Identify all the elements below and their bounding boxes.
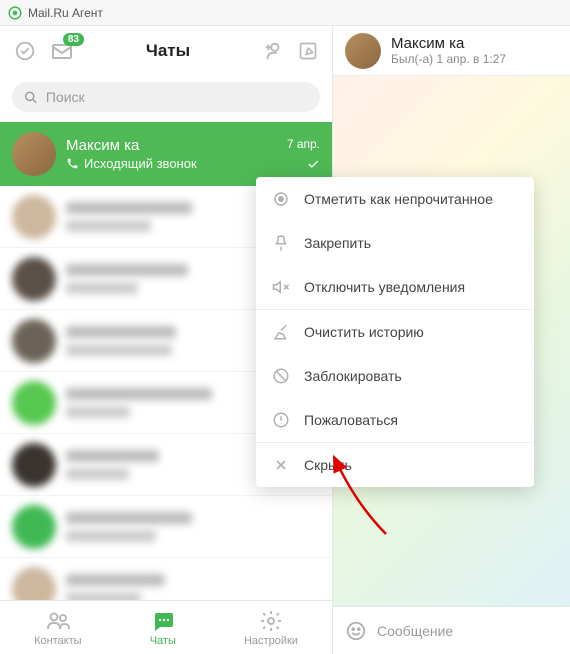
nav-settings[interactable]: Настройки bbox=[244, 609, 298, 647]
mail-icon[interactable]: 83 bbox=[50, 39, 74, 63]
chat-subtitle: Исходящий звонок bbox=[66, 156, 277, 171]
ctx-pin[interactable]: Закрепить bbox=[256, 221, 534, 265]
ctx-hide[interactable]: Скрыть bbox=[256, 443, 534, 487]
avatar bbox=[12, 567, 56, 601]
bottom-nav: Контакты Чаты Настройки bbox=[0, 600, 332, 654]
nav-contacts[interactable]: Контакты bbox=[34, 609, 82, 647]
avatar bbox=[12, 195, 56, 239]
ctx-mark-unread[interactable]: Отметить как непрочитанное bbox=[256, 177, 534, 221]
unread-badge: 83 bbox=[63, 33, 84, 46]
sidebar-title: Чаты bbox=[74, 41, 262, 61]
avatar bbox=[12, 257, 56, 301]
app-title-bar: Mail.Ru Агент bbox=[0, 0, 570, 26]
broom-icon bbox=[272, 323, 290, 341]
nav-chats[interactable]: Чаты bbox=[150, 609, 176, 647]
message-composer[interactable]: Сообщение bbox=[333, 606, 570, 654]
avatar bbox=[12, 443, 56, 487]
context-menu: Отметить как непрочитанное Закрепить Отк… bbox=[256, 177, 534, 487]
ctx-report[interactable]: Пожаловаться bbox=[256, 398, 534, 442]
warning-icon bbox=[272, 411, 290, 429]
avatar bbox=[12, 505, 56, 549]
chat-list-item-blurred[interactable] bbox=[0, 496, 332, 558]
mute-icon bbox=[272, 278, 290, 296]
dot-circle-icon bbox=[272, 190, 290, 208]
chat-header: Максим ка Был(-а) 1 апр. в 1:27 bbox=[333, 26, 570, 76]
avatar[interactable] bbox=[345, 33, 381, 69]
settings-icon bbox=[259, 609, 283, 633]
status-check-icon[interactable] bbox=[14, 40, 36, 62]
read-check-icon bbox=[306, 157, 320, 171]
search-input-wrap[interactable] bbox=[12, 82, 320, 112]
app-title: Mail.Ru Агент bbox=[28, 6, 103, 20]
phone-icon bbox=[66, 157, 79, 170]
chat-header-name: Максим ка bbox=[391, 35, 506, 52]
chat-list-item-blurred[interactable] bbox=[0, 558, 332, 600]
compose-icon[interactable] bbox=[298, 41, 318, 61]
search-icon bbox=[24, 90, 38, 105]
search-input[interactable] bbox=[46, 89, 308, 105]
avatar bbox=[12, 319, 56, 363]
chats-icon bbox=[151, 609, 175, 633]
pin-icon bbox=[272, 234, 290, 252]
ctx-block[interactable]: Заблокировать bbox=[256, 354, 534, 398]
close-icon bbox=[272, 456, 290, 474]
add-contact-icon[interactable] bbox=[262, 40, 284, 62]
app-logo-icon bbox=[8, 6, 22, 20]
block-icon bbox=[272, 367, 290, 385]
contacts-icon bbox=[46, 609, 70, 633]
chat-date: 7 апр. bbox=[287, 137, 320, 151]
chat-header-status: Был(-а) 1 апр. в 1:27 bbox=[391, 52, 506, 66]
avatar bbox=[12, 381, 56, 425]
composer-placeholder: Сообщение bbox=[377, 623, 453, 639]
emoji-icon[interactable] bbox=[345, 620, 367, 642]
ctx-mute[interactable]: Отключить уведомления bbox=[256, 265, 534, 309]
avatar bbox=[12, 132, 56, 176]
ctx-clear-history[interactable]: Очистить историю bbox=[256, 310, 534, 354]
chat-name: Максим ка bbox=[66, 137, 277, 154]
